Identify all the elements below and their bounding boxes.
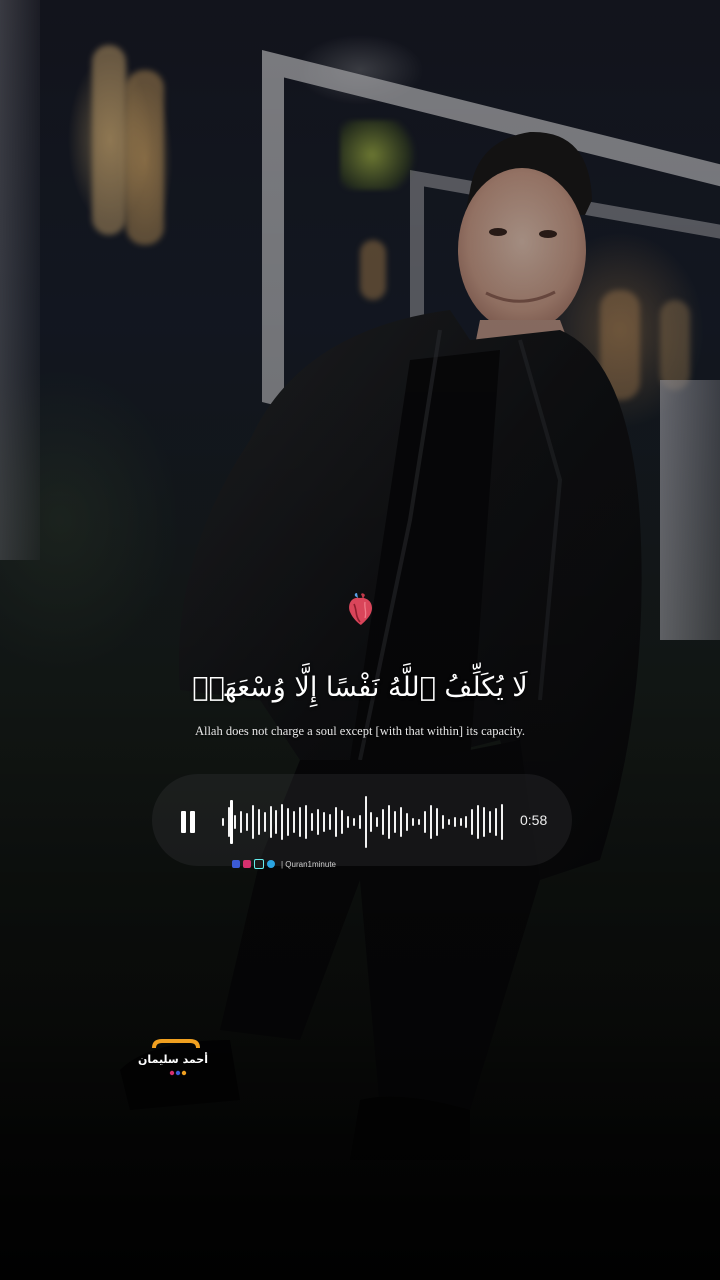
waveform-bar	[453, 817, 456, 827]
waveform-bar	[358, 815, 361, 829]
waveform-bar	[364, 796, 367, 848]
waveform-bar	[495, 808, 498, 836]
waveform-bar	[281, 804, 284, 840]
waveform-bar	[394, 811, 397, 833]
verse-translation: Allah does not charge a soul except [wit…	[194, 724, 526, 738]
waveform-bar	[287, 808, 290, 836]
waveform-bar	[483, 807, 486, 837]
waveform-bar	[317, 809, 319, 835]
waveform-bar	[412, 818, 414, 826]
waveform-bar	[352, 818, 355, 826]
waveform-bar	[251, 805, 254, 839]
waveform-bar	[263, 812, 266, 832]
waveform-bar	[305, 805, 308, 839]
waveform-bar	[423, 811, 426, 833]
waveform-bar	[388, 805, 391, 839]
waveform-bar	[311, 813, 314, 831]
quran-verse-arabic: لَا يُكَلِّفُ ٱللَّهُ نَفْسًا إِلَّا وُس…	[192, 672, 528, 703]
waveform-bar	[340, 810, 343, 834]
instagram-icon	[243, 860, 251, 868]
waveform-bar	[239, 811, 242, 833]
channel-handle: | Quran1minute	[281, 859, 336, 869]
waveform-bar	[441, 815, 444, 829]
audio-waveform[interactable]	[222, 788, 507, 856]
social-links: | Quran1minute	[232, 858, 336, 870]
time-label: 0:58	[520, 812, 548, 828]
waveform-bar	[477, 805, 480, 839]
tiktok-icon	[254, 859, 264, 869]
waveform-bar	[406, 813, 409, 831]
pause-button[interactable]	[176, 808, 200, 836]
waveform-bar	[400, 807, 403, 837]
waveform-bar	[429, 805, 432, 839]
playhead[interactable]	[230, 800, 233, 844]
logo-lettering: أحمد سليمان	[138, 1053, 208, 1066]
waveform-bar	[370, 812, 373, 832]
waveform-bar	[245, 813, 248, 831]
waveform-bar	[322, 812, 325, 832]
waveform-bar	[489, 811, 492, 833]
waveform-bar	[293, 811, 296, 833]
waveform-bar	[417, 819, 420, 825]
facebook-icon	[232, 860, 240, 868]
pause-icon	[181, 811, 186, 833]
waveform-bar	[447, 819, 450, 825]
waveform-bar	[328, 814, 331, 830]
waveform-bar	[376, 817, 379, 827]
waveform-bar	[299, 807, 302, 837]
waveform-bar	[382, 809, 385, 835]
waveform-bar	[465, 816, 468, 828]
waveform-bar	[435, 808, 438, 836]
waveform-bar	[346, 816, 349, 828]
waveform-bar	[275, 810, 278, 834]
waveform-bar	[459, 818, 462, 826]
waveform-bar	[269, 806, 272, 838]
telegram-icon	[267, 860, 275, 868]
waveform-bar	[501, 804, 504, 840]
waveform-bar	[471, 809, 474, 835]
waveform-bar	[233, 815, 236, 829]
waveform-bar	[222, 818, 224, 826]
video-overlay: لَا يُكَلِّفُ ٱللَّهُ نَفْسًا إِلَّا وُس…	[0, 0, 720, 1280]
anatomical-heart-icon	[349, 593, 372, 625]
waveform-bar	[257, 809, 260, 835]
waveform-bar	[334, 807, 337, 837]
